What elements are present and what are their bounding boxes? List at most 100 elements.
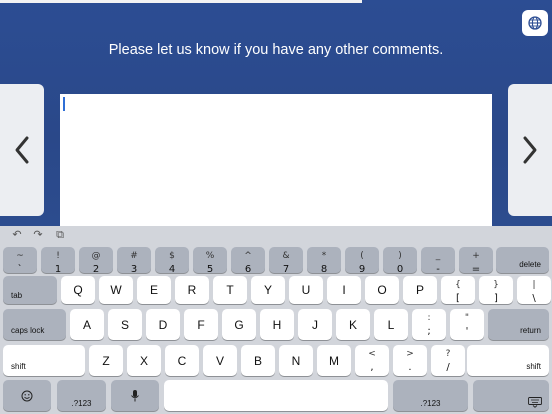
key-n[interactable]: N xyxy=(279,345,313,376)
key-2[interactable]: ! 1 xyxy=(41,247,75,273)
key-y[interactable]: Y xyxy=(251,276,285,304)
key-s[interactable]: S xyxy=(108,309,142,340)
key-label: H xyxy=(272,317,282,332)
language-button[interactable] xyxy=(522,10,548,36)
top-progress-strip xyxy=(0,0,362,3)
key-l[interactable]: L xyxy=(374,309,408,340)
key-10[interactable]: (9 xyxy=(345,247,379,273)
key-shift-char: : xyxy=(427,313,431,323)
delete-key[interactable]: delete xyxy=(496,247,549,273)
chevron-right-icon xyxy=(523,136,537,164)
return-key[interactable]: return xyxy=(488,309,549,340)
key-r[interactable]: R xyxy=(175,276,209,304)
key-label: U xyxy=(301,283,311,297)
key-13[interactable]: + = xyxy=(459,247,493,273)
key-6[interactable]: % 5 xyxy=(193,247,227,273)
key-12[interactable]: _ - xyxy=(421,247,455,273)
key-u[interactable]: U xyxy=(289,276,323,304)
key-symbol-2[interactable]: }] xyxy=(479,276,513,304)
key-11[interactable]: ) 0 xyxy=(383,247,417,273)
key-b[interactable]: B xyxy=(241,345,275,376)
numbers-left-key[interactable]: .?123 xyxy=(57,380,106,411)
key-4[interactable]: #3 xyxy=(117,247,151,273)
key-8[interactable]: & 7 xyxy=(269,247,303,273)
key-shift-char: { xyxy=(455,280,461,290)
key-c[interactable]: C xyxy=(165,345,199,376)
microphone-icon xyxy=(131,390,139,402)
key-label: W xyxy=(110,283,122,297)
emoji-key[interactable] xyxy=(3,380,51,411)
key-punct-row4-2[interactable]: >. xyxy=(393,345,427,376)
key-9[interactable]: * 8 xyxy=(307,247,341,273)
comments-textarea[interactable] xyxy=(60,94,492,226)
key-1[interactable]: ~ ` xyxy=(3,247,37,273)
key-w[interactable]: W xyxy=(99,276,133,304)
key-shift-char: & xyxy=(282,251,290,261)
key-symbol-3[interactable]: | \ xyxy=(517,276,551,304)
undo-icon[interactable]: ↶ xyxy=(10,228,24,242)
key-punct-1[interactable]: :; xyxy=(412,309,446,340)
key-base-char: \ xyxy=(532,293,536,304)
key-m[interactable]: M xyxy=(317,345,351,376)
shift-left-key[interactable]: shift xyxy=(3,345,85,376)
key-shift-char: + xyxy=(472,251,480,261)
key-symbol-1[interactable]: {[ xyxy=(441,276,475,304)
key-base-char: ] xyxy=(494,293,498,304)
key-punct-2[interactable]: " ' xyxy=(450,309,484,340)
paste-icon[interactable]: ⧉ xyxy=(53,228,67,242)
key-base-char: 4 xyxy=(168,264,176,273)
key-j[interactable]: J xyxy=(298,309,332,340)
key-shift-char: " xyxy=(464,313,470,323)
key-f[interactable]: F xyxy=(184,309,218,340)
key-t[interactable]: T xyxy=(213,276,247,304)
key-a[interactable]: A xyxy=(70,309,104,340)
key-shift-char: * xyxy=(321,251,327,261)
caps-lock-key[interactable]: caps lock xyxy=(3,309,66,340)
previous-button[interactable] xyxy=(0,84,44,216)
key-o[interactable]: O xyxy=(365,276,399,304)
key-v[interactable]: V xyxy=(203,345,237,376)
key-base-char: 2 xyxy=(92,264,100,273)
key-i[interactable]: I xyxy=(327,276,361,304)
numbers-right-key[interactable]: .?123 xyxy=(393,380,468,411)
key-label: R xyxy=(187,283,197,297)
dismiss-keyboard-key[interactable] xyxy=(473,380,549,411)
key-label: X xyxy=(139,353,148,368)
key-x[interactable]: X xyxy=(127,345,161,376)
key-7[interactable]: ^ 6 xyxy=(231,247,265,273)
shift-right-key[interactable]: shift xyxy=(467,345,549,376)
emoji-icon xyxy=(21,390,33,402)
key-base-char: 7 xyxy=(282,264,290,273)
key-h[interactable]: H xyxy=(260,309,294,340)
key-q[interactable]: Q xyxy=(61,276,95,304)
tab-key[interactable]: tab xyxy=(3,276,57,304)
key-3[interactable]: @2 xyxy=(79,247,113,273)
key-shift-char: ! xyxy=(56,251,60,261)
key-k[interactable]: K xyxy=(336,309,370,340)
key-shift-char: $ xyxy=(169,251,175,261)
key-label: T xyxy=(226,283,234,297)
key-shift-char: < xyxy=(368,349,376,359)
key-5[interactable]: $4 xyxy=(155,247,189,273)
key-punct-row4-1[interactable]: <, xyxy=(355,345,389,376)
next-button[interactable] xyxy=(508,84,552,216)
key-shift-char: % xyxy=(205,251,215,261)
key-shift-char: ~ xyxy=(16,251,24,261)
key-d[interactable]: D xyxy=(146,309,180,340)
key-p[interactable]: P xyxy=(403,276,437,304)
key-base-char: 9 xyxy=(358,264,366,273)
redo-icon[interactable]: ↷ xyxy=(31,228,45,242)
keyboard-toolbar: ↶ ↷ ⧉ xyxy=(0,226,552,244)
key-label: Q xyxy=(73,283,83,297)
key-label: K xyxy=(348,317,357,332)
key-base-char: / xyxy=(446,362,450,373)
key-z[interactable]: Z xyxy=(89,345,123,376)
key-punct-row4-3[interactable]: ? / xyxy=(431,345,465,376)
space-bar[interactable] xyxy=(164,380,388,411)
key-base-char: , xyxy=(370,362,374,373)
dictation-key[interactable] xyxy=(111,380,159,411)
key-label: B xyxy=(253,353,262,368)
key-g[interactable]: G xyxy=(222,309,256,340)
key-e[interactable]: E xyxy=(137,276,171,304)
key-shift-char: ) xyxy=(398,251,402,261)
